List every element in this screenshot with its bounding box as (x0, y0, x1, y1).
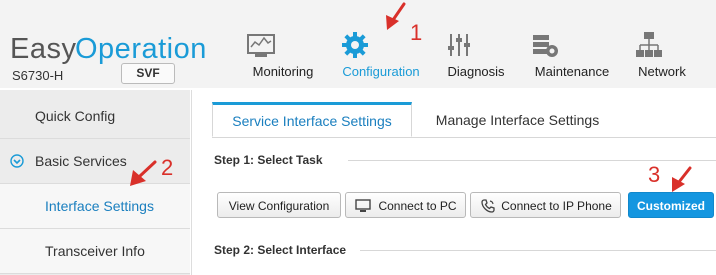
annotation-arrow-3-icon (672, 166, 692, 192)
annotation-arrow-2-icon (130, 160, 157, 186)
annotation-arrow-1-icon (386, 2, 406, 30)
annotation-arrows (130, 2, 692, 192)
